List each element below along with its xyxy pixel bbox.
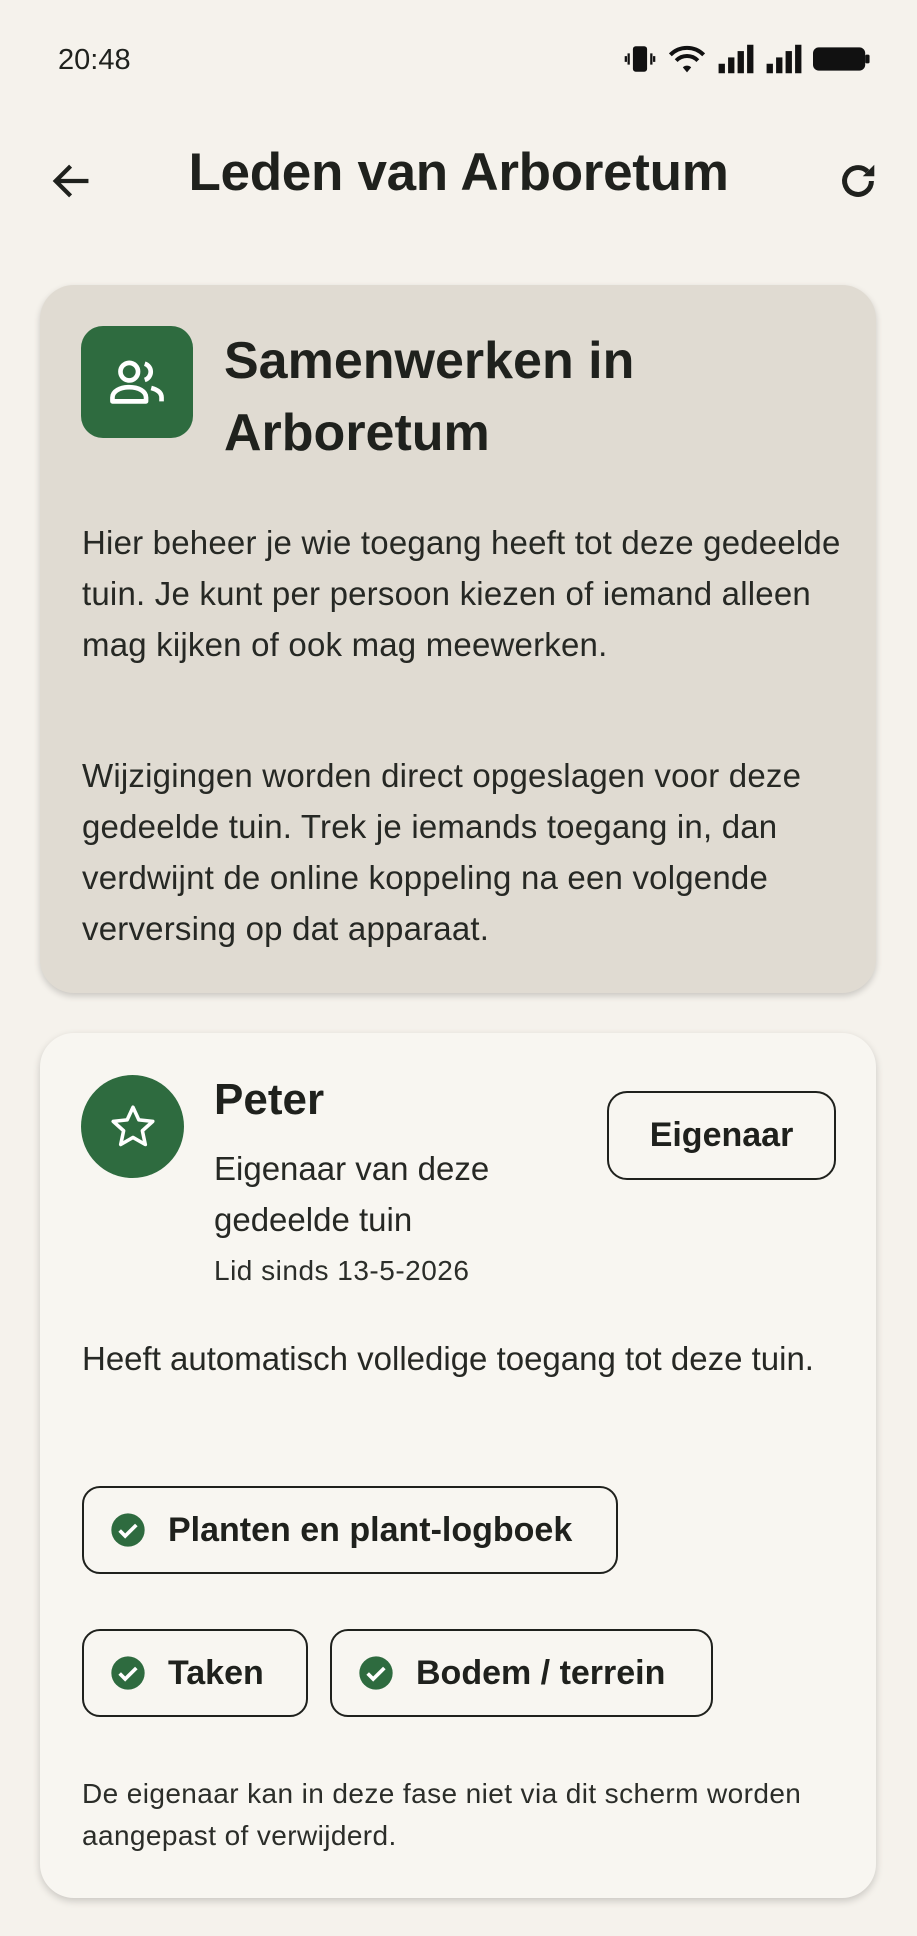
refresh-button[interactable] [825,148,891,214]
check-circle-icon [108,1510,148,1550]
info-card-title: Samenwerken in Arboretum [224,332,635,462]
access-text: Heeft automatisch volledige toegang tot … [82,1340,814,1377]
permission-chip-plants[interactable]: Planten en plant-logboek [82,1486,618,1574]
permission-chip-soil[interactable]: Bodem / terrein [330,1629,713,1717]
group-icon-container [81,326,193,438]
signal-icon [718,44,754,74]
role-button[interactable]: Eigenaar [607,1091,836,1180]
star-icon [110,1104,155,1146]
signal-icon [766,44,802,74]
info-paragraph-1: Hier beheer je wie toegang heeft tot dez… [82,524,841,663]
info-paragraph-2: Wijzigingen worden direct opgeslagen voo… [82,757,802,947]
member-role-description: Eigenaar van deze gedeelde tuin [214,1150,490,1238]
vibrate-icon [624,46,656,72]
check-circle-icon [108,1653,148,1693]
check-circle-icon [356,1653,396,1693]
refresh-icon [842,164,875,197]
permission-label: Planten en plant-logboek [168,1510,573,1549]
member-since: Lid sinds 13-5-2026 [214,1255,470,1286]
permission-label: Bodem / terrein [416,1653,666,1692]
owner-footnote: De eigenaar kan in deze fase niet via di… [82,1778,802,1851]
status-time: 20:48 [58,44,131,76]
wifi-icon [668,45,706,73]
page-title: Leden van Arboretum [188,143,729,202]
info-card: Samenwerken in Arboretum Hier beheer je … [40,285,876,993]
avatar [81,1075,184,1178]
permission-chip-tasks[interactable]: Taken [82,1629,308,1717]
status-icons [623,42,871,76]
battery-icon [813,47,870,71]
member-card: Peter Eigenaar van deze gedeelde tuin Li… [40,1033,876,1898]
permission-label: Taken [168,1653,264,1692]
app-bar: Leden van Arboretum [0,120,917,230]
group-icon [110,360,164,404]
status-bar: 20:48 [0,0,917,120]
member-name: Peter [214,1075,325,1124]
